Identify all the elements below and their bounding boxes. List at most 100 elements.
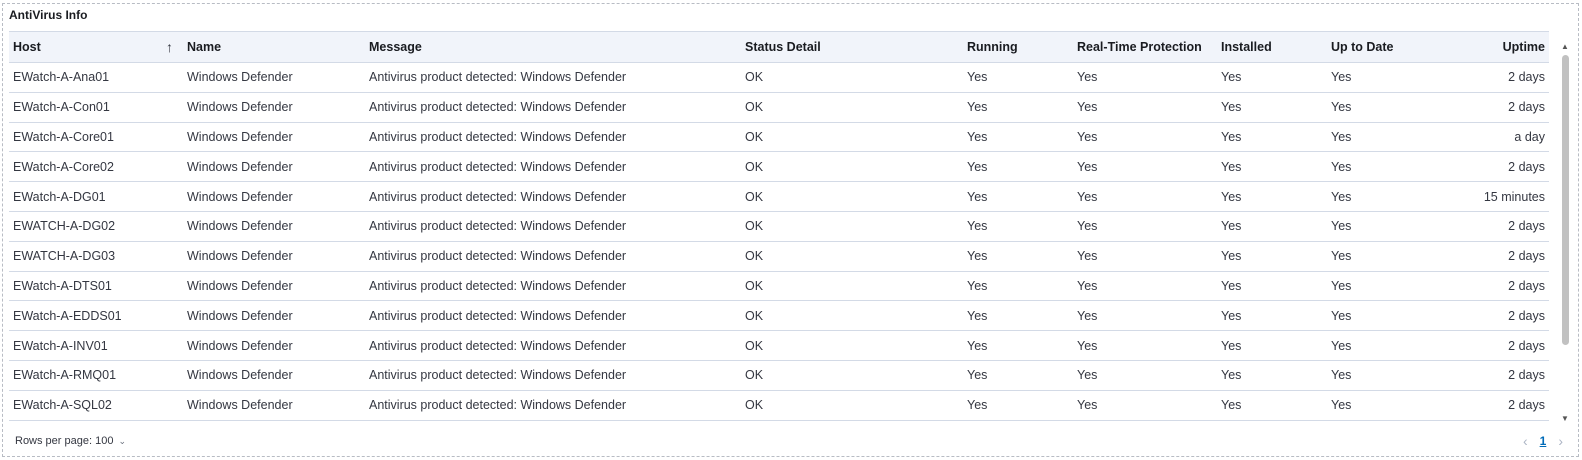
cell-uptime: a day: [1437, 122, 1549, 153]
scroll-up-icon[interactable]: ▲: [1561, 43, 1569, 51]
cell-realtime-protection: Yes: [1073, 151, 1217, 183]
cell-running: Yes: [963, 151, 1073, 183]
cell-name: Windows Defender: [183, 300, 365, 332]
antivirus-panel: AntiVirus Info Host ↑ Name Message Statu…: [2, 3, 1579, 457]
cell-installed: Yes: [1217, 271, 1327, 302]
cell-host: EWATCH-A-DG02: [9, 211, 183, 242]
cell-status-detail: OK: [741, 151, 963, 183]
cell-host: EWatch-A-EDDS01: [9, 300, 183, 332]
cell-running: Yes: [963, 241, 1073, 272]
cell-realtime-protection: Yes: [1073, 211, 1217, 242]
column-header-realtime-protection[interactable]: Real-Time Protection: [1073, 31, 1217, 63]
cell-name: Windows Defender: [183, 92, 365, 123]
chevron-down-icon: ⌄: [118, 435, 126, 446]
cell-realtime-protection: Yes: [1073, 62, 1217, 93]
cell-realtime-protection: Yes: [1073, 92, 1217, 123]
panel-title: AntiVirus Info: [9, 8, 88, 22]
column-header-up-to-date[interactable]: Up to Date: [1327, 31, 1437, 63]
cell-installed: Yes: [1217, 62, 1327, 93]
cell-realtime-protection: Yes: [1073, 390, 1217, 421]
chevron-left-icon[interactable]: ‹: [1523, 433, 1528, 449]
cell-up-to-date: Yes: [1327, 241, 1437, 272]
cell-uptime: 2 days: [1437, 92, 1549, 123]
cell-message: Antivirus product detected: Windows Defe…: [365, 62, 741, 93]
scroll-down-icon[interactable]: ▼: [1561, 415, 1569, 423]
cell-status-detail: OK: [741, 390, 963, 421]
cell-running: Yes: [963, 300, 1073, 332]
table-row[interactable]: EWatch-A-Ana01 Windows Defender Antivirus …: [9, 62, 1549, 93]
cell-up-to-date: Yes: [1327, 330, 1437, 361]
cell-status-detail: OK: [741, 62, 963, 93]
cell-installed: Yes: [1217, 151, 1327, 183]
cell-uptime: 15 minutes: [1437, 181, 1549, 212]
column-header-status-detail[interactable]: Status Detail: [741, 31, 963, 63]
cell-name: Windows Defender: [183, 330, 365, 361]
cell-uptime: 2 days: [1437, 300, 1549, 332]
cell-status-detail: OK: [741, 211, 963, 242]
cell-uptime: 2 days: [1437, 241, 1549, 272]
cell-uptime: 2 days: [1437, 211, 1549, 242]
rows-per-page-button[interactable]: Rows per page: 100 ⌄: [9, 435, 126, 447]
chevron-right-icon[interactable]: ›: [1558, 433, 1563, 449]
cell-name: Windows Defender: [183, 271, 365, 302]
scrollbar-thumb[interactable]: [1562, 55, 1569, 345]
table-row[interactable]: EWATCH-A-DG03 Windows Defender Antivirus p…: [9, 241, 1549, 272]
table-row[interactable]: EWatch-A-RMQ01 Windows Defender Antivirus …: [9, 360, 1549, 391]
cell-message: Antivirus product detected: Windows Defe…: [365, 151, 741, 183]
cell-up-to-date: Yes: [1327, 300, 1437, 332]
column-header-uptime[interactable]: Uptime: [1437, 31, 1549, 63]
column-header-message[interactable]: Message: [365, 31, 741, 63]
table-row[interactable]: EWatch-A-Core01 Windows Defender Antivirus…: [9, 122, 1549, 153]
cell-status-detail: OK: [741, 122, 963, 153]
cell-message: Antivirus product detected: Windows Defe…: [365, 390, 741, 421]
cell-status-detail: OK: [741, 92, 963, 123]
cell-running: Yes: [963, 181, 1073, 212]
cell-message: Antivirus product detected: Windows Defe…: [365, 181, 741, 212]
cell-up-to-date: Yes: [1327, 181, 1437, 212]
cell-installed: Yes: [1217, 330, 1327, 361]
cell-name: Windows Defender: [183, 390, 365, 421]
cell-status-detail: OK: [741, 360, 963, 391]
table-row[interactable]: EWatch-A-INV01 Windows Defender Antivirus …: [9, 330, 1549, 361]
cell-running: Yes: [963, 62, 1073, 93]
column-header-installed[interactable]: Installed: [1217, 31, 1327, 63]
cell-installed: Yes: [1217, 360, 1327, 391]
cell-message: Antivirus product detected: Windows Defe…: [365, 330, 741, 361]
antivirus-table-container: Host ↑ Name Message Status Detail Runnin…: [9, 31, 1571, 423]
cell-message: Antivirus product detected: Windows Defe…: [365, 122, 741, 153]
table-row[interactable]: EWatch-A-Core02 Windows Defender Antivirus…: [9, 151, 1549, 183]
cell-up-to-date: Yes: [1327, 122, 1437, 153]
table-header-row: Host ↑ Name Message Status Detail Runnin…: [9, 31, 1549, 63]
cell-host: EWatch-A-INV01: [9, 330, 183, 361]
column-header-running[interactable]: Running: [963, 31, 1073, 63]
page-number-1[interactable]: 1: [1540, 434, 1547, 448]
column-header-label: Host: [13, 40, 41, 54]
sort-ascending-icon[interactable]: ↑: [166, 39, 179, 55]
cell-host: EWatch-A-RMQ01: [9, 360, 183, 391]
cell-name: Windows Defender: [183, 122, 365, 153]
cell-running: Yes: [963, 211, 1073, 242]
vertical-scrollbar[interactable]: ▲ ▼: [1559, 43, 1571, 423]
table-row[interactable]: EWatch-A-Con01 Windows Defender Antivirus …: [9, 92, 1549, 123]
cell-uptime: 2 days: [1437, 271, 1549, 302]
cell-status-detail: OK: [741, 300, 963, 332]
table-row[interactable]: EWATCH-A-DG02 Windows Defender Antivirus p…: [9, 211, 1549, 242]
cell-installed: Yes: [1217, 241, 1327, 272]
cell-installed: Yes: [1217, 92, 1327, 123]
cell-message: Antivirus product detected: Windows Defe…: [365, 300, 741, 332]
cell-uptime: 2 days: [1437, 390, 1549, 421]
table-row[interactable]: EWatch-A-EDDS01 Windows Defender Antivirus…: [9, 300, 1549, 332]
table-row[interactable]: EWatch-A-DTS01 Windows Defender Antivirus …: [9, 271, 1549, 302]
cell-running: Yes: [963, 122, 1073, 153]
cell-host: EWATCH-A-DG03: [9, 241, 183, 272]
cell-running: Yes: [963, 390, 1073, 421]
cell-name: Windows Defender: [183, 211, 365, 242]
column-header-host[interactable]: Host ↑: [9, 31, 183, 63]
table-row[interactable]: EWatch-A-SQL02 Windows Defender Antivirus …: [9, 390, 1549, 421]
table-footer: Rows per page: 100 ⌄ ‹ 1 ›: [9, 430, 1571, 452]
cell-uptime: 2 days: [1437, 151, 1549, 183]
cell-uptime: 2 days: [1437, 62, 1549, 93]
cell-installed: Yes: [1217, 300, 1327, 332]
table-row[interactable]: EWatch-A-DG01 Windows Defender Antivirus p…: [9, 181, 1549, 212]
column-header-name[interactable]: Name: [183, 31, 365, 63]
